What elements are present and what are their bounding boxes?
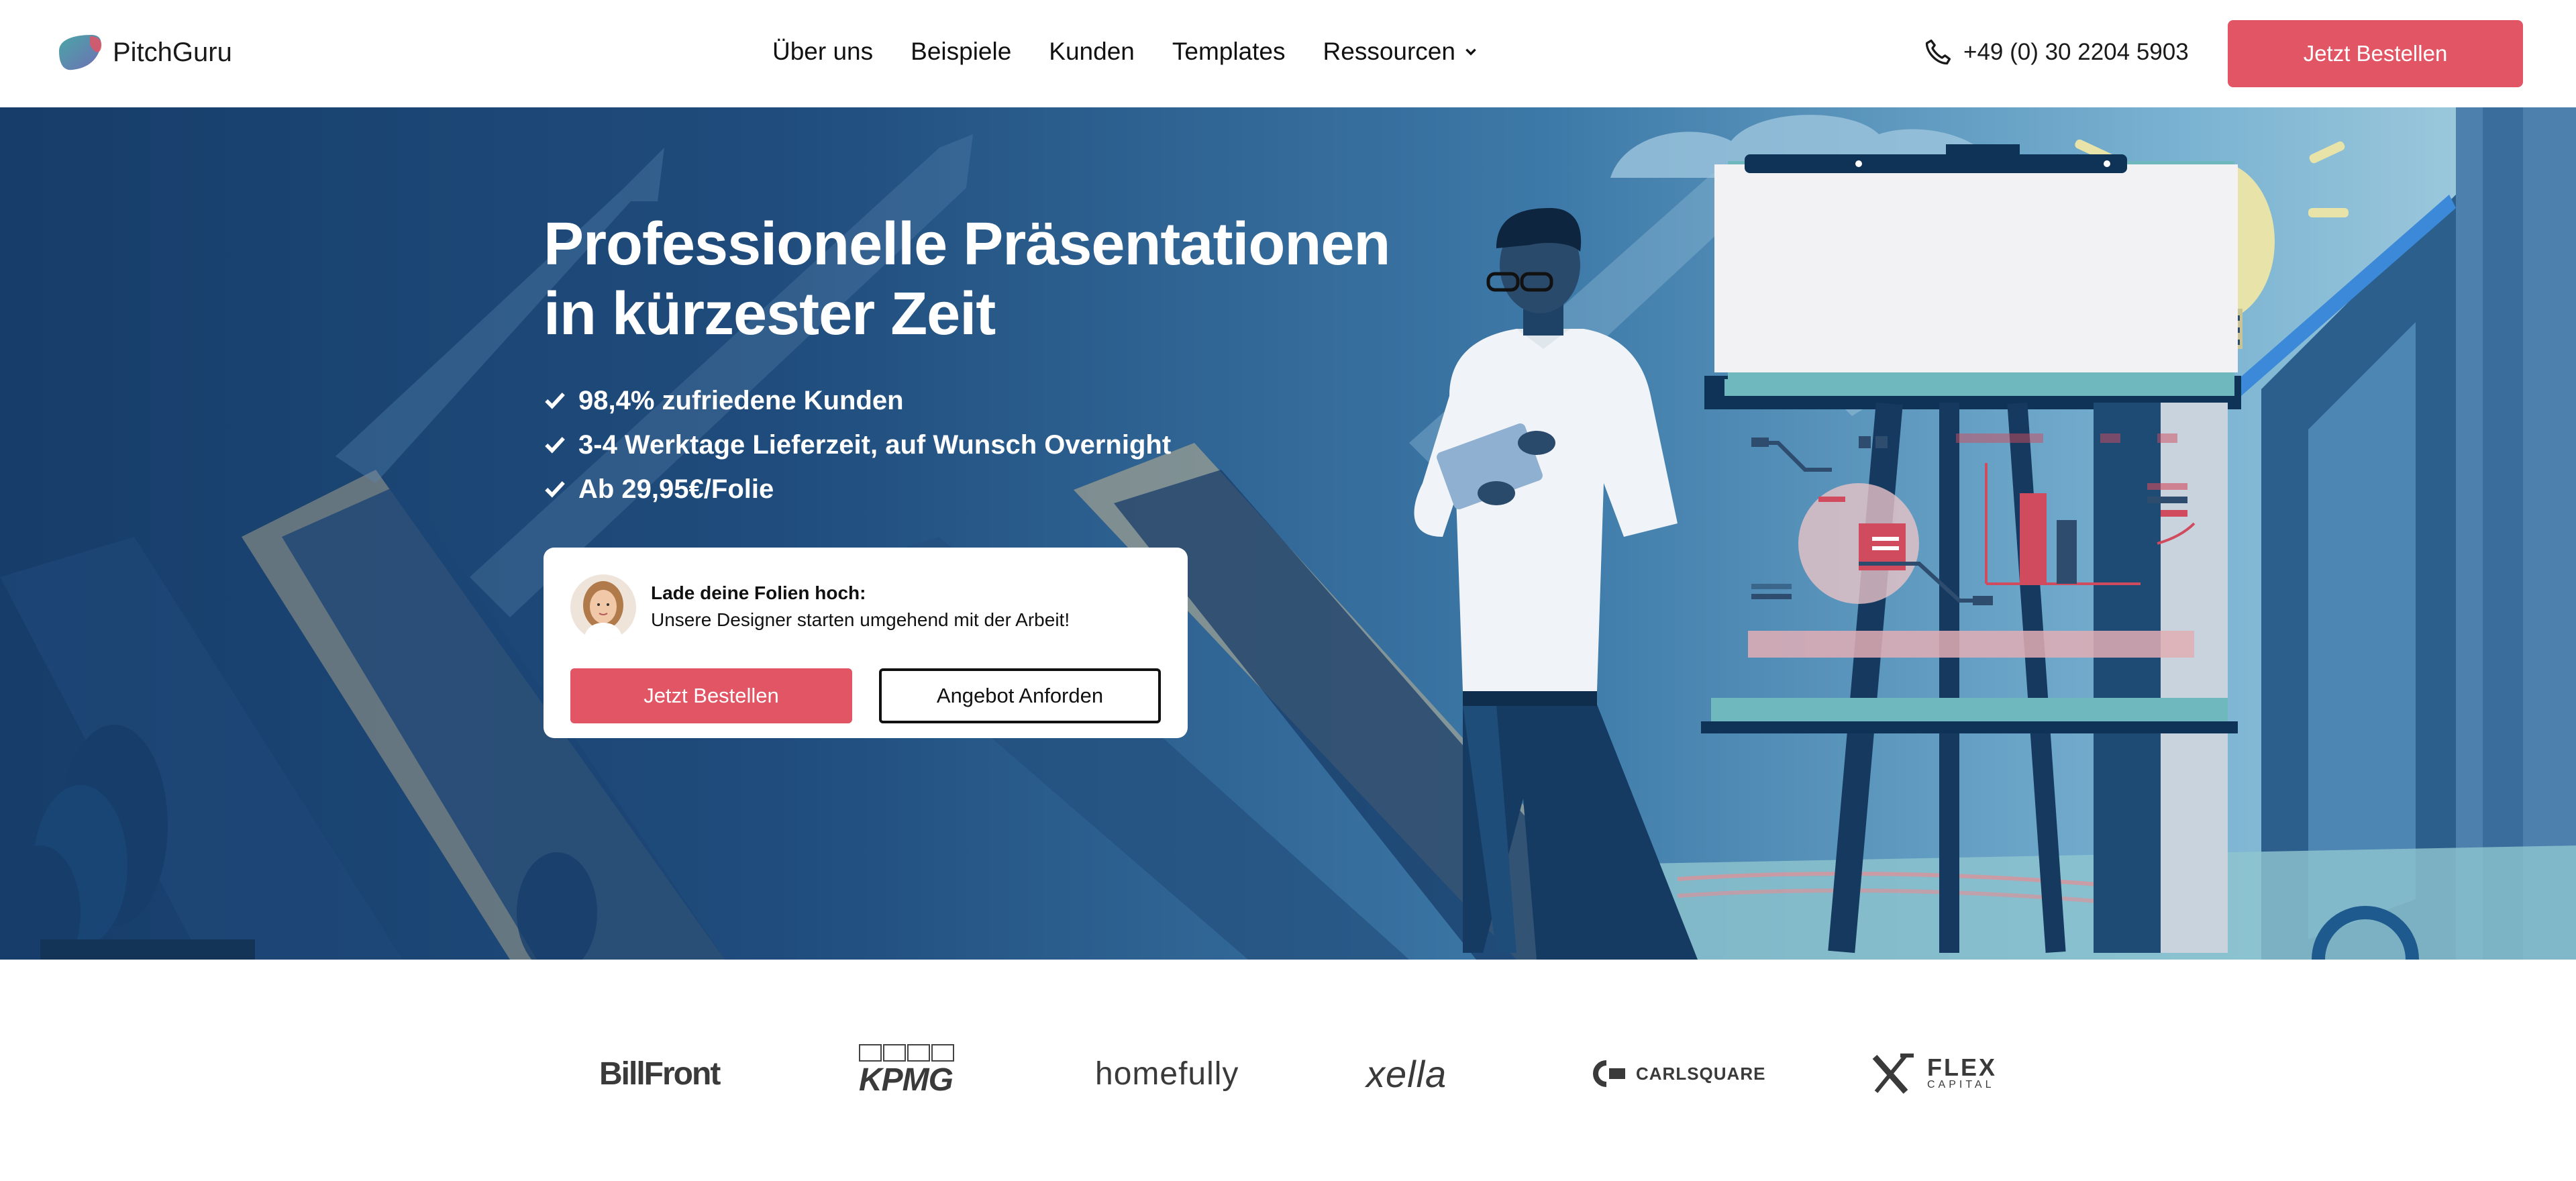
feature-text: 98,4% zufriedene Kunden xyxy=(578,385,904,415)
hero-headline-line2: in kürzester Zeit xyxy=(544,280,996,348)
logo-billfront-text: BillFront xyxy=(599,1056,721,1092)
header-order-button[interactable]: Jetzt Bestellen xyxy=(2228,20,2523,87)
phone-contact[interactable]: +49 (0) 30 2204 5903 xyxy=(1923,38,2189,67)
feature-text: Ab 29,95€/Folie xyxy=(578,474,774,504)
main-nav: Über uns Beispiele Kunden Templates Ress… xyxy=(772,38,1516,66)
hero-section: Professionelle Präsentationen in kürzest… xyxy=(0,107,2576,960)
feature-item: Ab 29,95€/Folie xyxy=(544,467,1171,511)
designer-avatar xyxy=(570,574,636,640)
feature-text: 3-4 Werktage Lieferzeit, auf Wunsch Over… xyxy=(578,429,1172,460)
logo-xella: xella xyxy=(1366,1047,1447,1100)
logo-flex-sub: CAPITAL xyxy=(1927,1079,1995,1090)
logo-carlsquare-text: CARLSQUARE xyxy=(1636,1063,1766,1084)
flex-wordmark: FLEX CAPITAL xyxy=(1927,1056,1997,1091)
logo-billfront: BillFront xyxy=(599,1047,721,1100)
request-offer-button[interactable]: Angebot Anforden xyxy=(879,668,1161,723)
feature-item: 98,4% zufriedene Kunden xyxy=(544,378,1171,423)
site-header: PitchGuru Über uns Beispiele Kunden Temp… xyxy=(0,0,2576,107)
card-subtitle: Unsere Designer starten umgehend mit der… xyxy=(651,609,1070,630)
upload-card: Lade deine Folien hoch: Unsere Designer … xyxy=(544,548,1188,738)
whiteboard-graphic xyxy=(1701,144,2241,954)
checkmark-icon xyxy=(545,393,565,409)
nav-item-beispiele[interactable]: Beispiele xyxy=(911,38,1011,66)
logo[interactable]: PitchGuru xyxy=(52,31,232,74)
client-logos: BillFront KPMG homefully xella CARLSQUAR… xyxy=(0,960,2576,1181)
hero-headline: Professionelle Präsentationen in kürzest… xyxy=(544,209,1483,349)
logo-xella-text: xella xyxy=(1366,1052,1447,1095)
flex-x-icon xyxy=(1872,1054,1914,1094)
logo-carlsquare: CARLSQUARE xyxy=(1593,1047,1765,1100)
hero-headline-line1: Professionelle Präsentationen xyxy=(544,211,1390,278)
nav-item-kunden[interactable]: Kunden xyxy=(1049,38,1135,66)
logo-flex-text: FLEX xyxy=(1927,1054,1998,1081)
logo-homefully: homefully xyxy=(1095,1047,1239,1100)
carlsquare-icon xyxy=(1593,1060,1625,1087)
phone-icon xyxy=(1925,39,1951,65)
logo-kpmg: KPMG xyxy=(859,1044,956,1105)
feature-item: 3-4 Werktage Lieferzeit, auf Wunsch Over… xyxy=(544,423,1171,467)
chevron-down-icon xyxy=(1465,48,1476,56)
nav-item-ressourcen-label: Ressourcen xyxy=(1323,38,1455,65)
nav-item-templates[interactable]: Templates xyxy=(1172,38,1286,66)
kpmg-boxes xyxy=(859,1044,956,1062)
order-button[interactable]: Jetzt Bestellen xyxy=(570,668,852,723)
checkmark-icon xyxy=(545,437,565,454)
checkmark-icon xyxy=(545,481,565,498)
logo-kpmg-text: KPMG xyxy=(859,1062,954,1098)
card-title: Lade deine Folien hoch: xyxy=(651,582,866,603)
feature-list: 98,4% zufriedene Kunden 3-4 Werktage Lie… xyxy=(544,378,1171,511)
nav-item-ueber-uns[interactable]: Über uns xyxy=(772,38,873,66)
logo-homefully-text: homefully xyxy=(1095,1056,1239,1092)
logo-icon xyxy=(59,35,102,70)
phone-number: +49 (0) 30 2204 5903 xyxy=(1963,39,2189,65)
logo-flex-capital: FLEX CAPITAL xyxy=(1869,1047,1997,1100)
nav-item-ressourcen[interactable]: Ressourcen xyxy=(1323,38,1478,66)
logo-text: PitchGuru xyxy=(113,37,232,67)
